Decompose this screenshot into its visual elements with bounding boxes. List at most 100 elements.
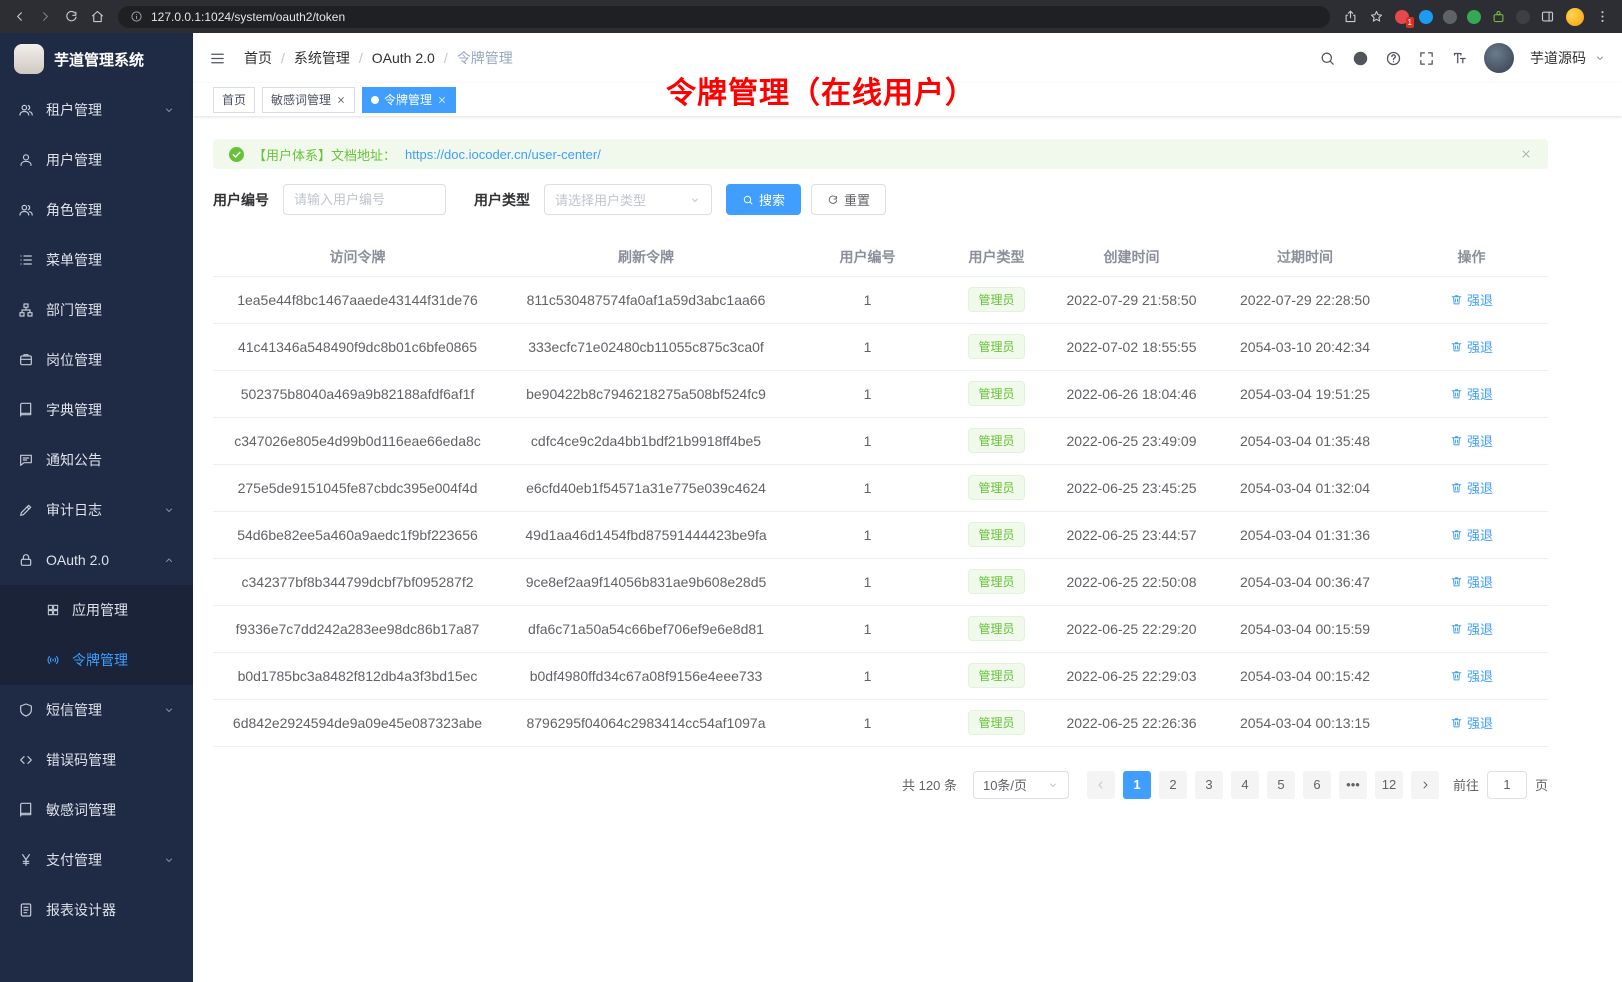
page-button-2[interactable]: 2 bbox=[1159, 771, 1187, 799]
filter-form: 用户编号 用户类型 请选择用户类型 搜索 重置 bbox=[213, 184, 1548, 215]
tab-close-icon[interactable] bbox=[437, 95, 447, 105]
page-button-6[interactable]: 6 bbox=[1303, 771, 1331, 799]
col-user-type: 用户类型 bbox=[945, 239, 1048, 276]
header-search-icon[interactable] bbox=[1319, 50, 1336, 67]
sidebar-item-tenant[interactable]: 租户管理 bbox=[0, 85, 193, 135]
sidebar-item-user[interactable]: 用户管理 bbox=[0, 135, 193, 185]
user-type-badge: 管理员 bbox=[968, 569, 1024, 594]
chevron-up-icon bbox=[163, 554, 175, 566]
col-access-token: 访问令牌 bbox=[213, 239, 502, 276]
cell-user-type: 管理员 bbox=[945, 605, 1048, 652]
user-type-badge: 管理员 bbox=[968, 522, 1024, 547]
search-button[interactable]: 搜索 bbox=[726, 184, 801, 215]
sidebar-item-post[interactable]: 岗位管理 bbox=[0, 335, 193, 385]
help-icon[interactable] bbox=[1385, 50, 1402, 67]
sidebar-item-menu[interactable]: 菜单管理 bbox=[0, 235, 193, 285]
sidebar-item-sensitive[interactable]: 敏感词管理 bbox=[0, 785, 193, 835]
col-refresh-token: 刷新令牌 bbox=[502, 239, 790, 276]
submenu-oauth: 应用管理令牌管理 bbox=[0, 585, 193, 685]
alert-close-icon[interactable] bbox=[1520, 148, 1532, 160]
trash-icon bbox=[1450, 293, 1463, 306]
sidebar-item-audit[interactable]: 审计日志 bbox=[0, 485, 193, 535]
browser-back-icon[interactable] bbox=[12, 9, 27, 24]
page-more-button[interactable]: ••• bbox=[1339, 771, 1367, 799]
sidebar-subitem-token[interactable]: 令牌管理 bbox=[0, 635, 193, 685]
extension-icon-dark2[interactable] bbox=[1516, 10, 1530, 24]
sidebar-item-dict[interactable]: 字典管理 bbox=[0, 385, 193, 435]
page-button-5[interactable]: 5 bbox=[1267, 771, 1295, 799]
sms-icon bbox=[18, 702, 34, 718]
tab-home[interactable]: 首页 bbox=[213, 87, 255, 113]
cell-created-time: 2022-06-25 23:45:25 bbox=[1048, 464, 1215, 511]
extensions-puzzle-icon[interactable] bbox=[1491, 9, 1506, 24]
tab-close-icon[interactable] bbox=[336, 95, 346, 105]
next-page-button[interactable] bbox=[1411, 771, 1439, 799]
sidebar-item-role[interactable]: 角色管理 bbox=[0, 185, 193, 235]
force-logout-button[interactable]: 强退 bbox=[1450, 572, 1493, 591]
extension-icon-blue[interactable] bbox=[1419, 10, 1433, 24]
user-type-select[interactable]: 请选择用户类型 bbox=[544, 184, 712, 215]
breadcrumb-item[interactable]: 首页 bbox=[244, 48, 272, 68]
user-menu-caret-icon[interactable] bbox=[1594, 52, 1606, 64]
page-size-select[interactable]: 10条/页 bbox=[973, 771, 1069, 799]
site-info-icon[interactable] bbox=[130, 10, 143, 23]
menu-icon bbox=[18, 252, 34, 268]
force-logout-button[interactable]: 强退 bbox=[1450, 666, 1493, 685]
browser-menu-icon[interactable] bbox=[1595, 9, 1610, 24]
chevron-down-icon bbox=[163, 504, 175, 516]
bookmark-star-icon[interactable] bbox=[1369, 9, 1384, 24]
browser-forward-icon[interactable] bbox=[38, 9, 53, 24]
extension-icon-green[interactable] bbox=[1467, 10, 1481, 24]
fullscreen-icon[interactable] bbox=[1418, 50, 1435, 67]
extension-icon-red[interactable]: 1 bbox=[1395, 10, 1409, 24]
breadcrumb-item[interactable]: 系统管理 bbox=[294, 48, 350, 68]
app-icon bbox=[46, 603, 60, 617]
sidebar-item-notice[interactable]: 通知公告 bbox=[0, 435, 193, 485]
breadcrumb-item[interactable]: OAuth 2.0 bbox=[372, 50, 435, 66]
page-button-12[interactable]: 12 bbox=[1375, 771, 1403, 799]
sidebar-toggle-icon[interactable] bbox=[209, 50, 226, 67]
side-panel-icon[interactable] bbox=[1540, 9, 1555, 24]
cell-actions: 强退 bbox=[1395, 699, 1548, 746]
github-icon[interactable] bbox=[1352, 50, 1369, 67]
reset-button[interactable]: 重置 bbox=[811, 184, 886, 215]
prev-page-button[interactable] bbox=[1087, 771, 1115, 799]
sidebar-item-errcode[interactable]: 错误码管理 bbox=[0, 735, 193, 785]
page-goto-input[interactable] bbox=[1487, 771, 1527, 799]
page-button-4[interactable]: 4 bbox=[1231, 771, 1259, 799]
tab-token[interactable]: 令牌管理 bbox=[362, 87, 456, 113]
force-logout-button[interactable]: 强退 bbox=[1450, 337, 1493, 356]
sidebar-item-dept[interactable]: 部门管理 bbox=[0, 285, 193, 335]
browser-reload-icon[interactable] bbox=[64, 9, 79, 24]
force-logout-button[interactable]: 强退 bbox=[1450, 290, 1493, 309]
pagination-pages: 123456•••12 bbox=[1119, 771, 1407, 799]
sidebar-item-sms[interactable]: 短信管理 bbox=[0, 685, 193, 735]
share-icon[interactable] bbox=[1343, 9, 1358, 24]
tab-sensitive-word[interactable]: 敏感词管理 bbox=[262, 87, 355, 113]
force-logout-button[interactable]: 强退 bbox=[1450, 478, 1493, 497]
force-logout-button[interactable]: 强退 bbox=[1450, 713, 1493, 732]
sidebar-subitem-app[interactable]: 应用管理 bbox=[0, 585, 193, 635]
page-button-1[interactable]: 1 bbox=[1123, 771, 1151, 799]
browser-home-icon[interactable] bbox=[90, 9, 105, 24]
table-row: 41c41346a548490f9dc8b01c6bfe0865333ecfc7… bbox=[213, 323, 1548, 370]
sidebar-subitem-label: 应用管理 bbox=[72, 600, 175, 620]
sidebar-item-report[interactable]: 报表设计器 bbox=[0, 885, 193, 935]
user-avatar[interactable] bbox=[1484, 43, 1514, 73]
force-logout-button[interactable]: 强退 bbox=[1450, 619, 1493, 638]
page-button-3[interactable]: 3 bbox=[1195, 771, 1223, 799]
force-logout-button[interactable]: 强退 bbox=[1450, 431, 1493, 450]
extension-icon-dark[interactable] bbox=[1443, 10, 1457, 24]
url-bar[interactable]: 127.0.0.1:1024/system/oauth2/token bbox=[118, 6, 1330, 28]
force-logout-button[interactable]: 强退 bbox=[1450, 525, 1493, 544]
app-logo[interactable]: 芋道管理系统 bbox=[0, 33, 193, 85]
alert-doc-link[interactable]: https://doc.iocoder.cn/user-center/ bbox=[405, 147, 601, 162]
oauth-icon bbox=[18, 552, 34, 568]
sidebar-item-oauth[interactable]: OAuth 2.0 bbox=[0, 535, 193, 585]
user-id-input[interactable] bbox=[283, 184, 446, 215]
font-size-icon[interactable] bbox=[1451, 50, 1468, 67]
user-name[interactable]: 芋道源码 bbox=[1530, 48, 1586, 68]
force-logout-button[interactable]: 强退 bbox=[1450, 384, 1493, 403]
sidebar-item-pay[interactable]: 支付管理 bbox=[0, 835, 193, 885]
browser-profile-avatar[interactable] bbox=[1566, 8, 1584, 26]
